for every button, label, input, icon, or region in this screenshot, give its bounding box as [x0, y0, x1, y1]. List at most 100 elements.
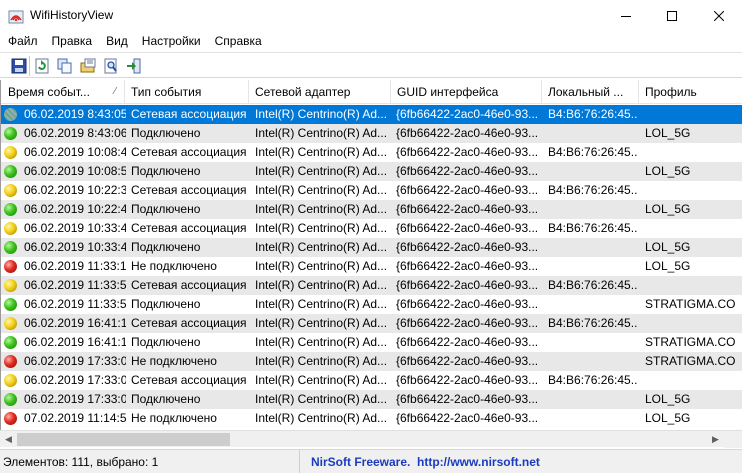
cell-local-mac	[548, 200, 638, 219]
cell-adapter: Intel(R) Centrino(R) Ad...	[255, 278, 388, 292]
cell-local-mac: B4:B6:76:26:45...	[548, 373, 638, 387]
menu-view[interactable]: Вид	[98, 31, 134, 51]
events-list[interactable]: Время событ... ⁄ Тип события Сетевой ада…	[0, 80, 742, 430]
cell-guid: {6fb66422-2ac0-46e0-93...	[396, 107, 539, 121]
cell-guid: {6fb66422-2ac0-46e0-93...	[396, 316, 539, 330]
table-row[interactable]: 06.02.2019 17:33:06 Подключено Intel(R) Ce…	[1, 390, 742, 409]
column-header-guid[interactable]: GUID интерфейса	[391, 80, 542, 104]
column-header-adapter-label: Сетевой адаптер	[255, 85, 351, 99]
refresh-button[interactable]	[33, 57, 51, 75]
cell-adapter: Intel(R) Centrino(R) Ad...	[255, 259, 388, 273]
cell-time: 06.02.2019 11:33:54	[24, 297, 126, 311]
properties-button[interactable]	[79, 57, 97, 75]
cell-time: 06.02.2019 10:08:50	[24, 164, 126, 178]
cell-local-mac: B4:B6:76:26:45...	[548, 316, 638, 330]
sort-ascending-icon: ⁄	[114, 86, 116, 97]
table-row[interactable]: 06.02.2019 10:22:39 Сетевая ассоциация Int…	[1, 181, 742, 200]
cell-local-mac	[548, 162, 638, 181]
cell-guid: {6fb66422-2ac0-46e0-93...	[396, 373, 539, 387]
cell-time: 06.02.2019 10:33:42	[24, 221, 126, 235]
table-row[interactable]: 06.02.2019 17:33:05 Не подключено Intel(R)…	[1, 352, 742, 371]
cell-local-mac: B4:B6:76:26:45...	[548, 221, 638, 235]
table-row[interactable]: 06.02.2019 8:43:06 Подключено Intel(R) Cen…	[1, 124, 742, 143]
column-header-adapter[interactable]: Сетевой адаптер	[249, 80, 391, 104]
cell-event-type: Подключено	[131, 297, 201, 311]
table-row[interactable]: 06.02.2019 10:33:43 Подключено Intel(R) Ce…	[1, 238, 742, 257]
cell-local-mac	[548, 333, 638, 352]
cell-profile: STRATIGMA.CO	[645, 335, 736, 349]
column-header-local-mac[interactable]: Локальный ...	[542, 80, 639, 104]
cell-profile	[645, 219, 742, 238]
cell-adapter: Intel(R) Centrino(R) Ad...	[255, 145, 388, 159]
status-bar: Элементов: 111, выбрано: 1 NirSoft Freew…	[0, 449, 742, 473]
table-row[interactable]: 06.02.2019 11:33:54 Подключено Intel(R) Ce…	[1, 295, 742, 314]
title-bar[interactable]: WifiHistoryView	[0, 0, 742, 31]
scrollbar-corner	[724, 431, 742, 448]
cell-guid: {6fb66422-2ac0-46e0-93...	[396, 221, 539, 235]
cell-adapter: Intel(R) Centrino(R) Ad...	[255, 411, 388, 425]
cell-time: 06.02.2019 17:33:05	[24, 354, 126, 368]
window-title: WifiHistoryView	[30, 8, 114, 22]
close-button[interactable]	[696, 0, 742, 31]
cell-profile: LOL_5G	[645, 202, 691, 216]
cell-time: 06.02.2019 16:41:14	[24, 335, 126, 349]
table-row[interactable]: 07.02.2019 11:14:55 Не подключено Intel(R)…	[1, 409, 742, 428]
cell-profile: LOL_5G	[645, 259, 691, 273]
cell-event-type: Подключено	[131, 335, 201, 349]
menu-edit[interactable]: Правка	[44, 31, 99, 51]
cell-profile: STRATIGMA.CO	[645, 354, 736, 368]
cell-adapter: Intel(R) Centrino(R) Ad...	[255, 183, 388, 197]
scrollbar-thumb[interactable]	[17, 433, 230, 446]
menu-file[interactable]: Файл	[0, 31, 44, 51]
cell-adapter: Intel(R) Centrino(R) Ad...	[255, 354, 388, 368]
exit-button[interactable]	[125, 57, 143, 75]
cell-guid: {6fb66422-2ac0-46e0-93...	[396, 297, 539, 311]
table-row[interactable]: 06.02.2019 17:33:05 Сетевая ассоциация Int…	[1, 371, 742, 390]
minimize-button[interactable]	[603, 0, 649, 31]
cell-profile: STRATIGMA.CO	[645, 297, 736, 311]
cell-local-mac	[548, 352, 638, 371]
find-button[interactable]	[102, 57, 120, 75]
column-header-profile[interactable]: Профиль	[639, 80, 742, 104]
cell-local-mac	[548, 390, 638, 409]
table-row[interactable]: 06.02.2019 10:33:42 Сетевая ассоциация Int…	[1, 219, 742, 238]
save-icon	[11, 58, 27, 74]
table-row[interactable]: 06.02.2019 11:33:53 Сетевая ассоциация Int…	[1, 276, 742, 295]
column-header-time[interactable]: Время событ... ⁄	[1, 80, 125, 104]
cell-guid: {6fb66422-2ac0-46e0-93...	[396, 126, 539, 140]
column-header-local-mac-label: Локальный ...	[548, 85, 624, 99]
cell-guid: {6fb66422-2ac0-46e0-93...	[396, 335, 539, 349]
save-button[interactable]	[10, 57, 28, 75]
cell-guid: {6fb66422-2ac0-46e0-93...	[396, 411, 539, 425]
cell-time: 06.02.2019 10:33:43	[24, 240, 126, 254]
table-row[interactable]: 06.02.2019 16:41:14 Подключено Intel(R) Ce…	[1, 333, 742, 352]
scroll-left-icon[interactable]: ◀	[0, 431, 17, 448]
cell-adapter: Intel(R) Centrino(R) Ad...	[255, 126, 388, 140]
menu-help[interactable]: Справка	[207, 31, 268, 51]
horizontal-scrollbar[interactable]: ◀ ▶	[0, 430, 742, 448]
cell-time: 06.02.2019 10:08:49	[24, 145, 126, 159]
table-row[interactable]: 06.02.2019 8:43:05 Сетевая ассоциация Inte…	[1, 105, 742, 124]
cell-guid: {6fb66422-2ac0-46e0-93...	[396, 202, 539, 216]
cell-event-type: Сетевая ассоциация	[131, 107, 247, 121]
column-header-event-type[interactable]: Тип события	[125, 80, 249, 104]
cell-local-mac	[548, 124, 638, 143]
maximize-button[interactable]	[649, 0, 695, 31]
cell-adapter: Intel(R) Centrino(R) Ad...	[255, 240, 388, 254]
scroll-right-icon[interactable]: ▶	[707, 431, 724, 448]
cell-profile: LOL_5G	[645, 164, 691, 178]
menu-options[interactable]: Настройки	[134, 31, 207, 51]
cell-adapter: Intel(R) Centrino(R) Ad...	[255, 107, 388, 121]
table-row[interactable]: 06.02.2019 11:33:13 Не подключено Intel(R)…	[1, 257, 742, 276]
cell-event-type: Сетевая ассоциация	[131, 183, 247, 197]
table-row[interactable]: 06.02.2019 16:41:13 Сетевая ассоциация Int…	[1, 314, 742, 333]
nirsoft-link[interactable]: NirSoft Freeware. http://www.nirsoft.net	[311, 450, 540, 473]
cell-profile	[645, 143, 742, 162]
cell-event-type: Сетевая ассоциация	[131, 145, 247, 159]
table-row[interactable]: 06.02.2019 10:08:49 Сетевая ассоциация Int…	[1, 143, 742, 162]
table-row[interactable]: 06.02.2019 10:08:50 Подключено Intel(R) Ce…	[1, 162, 742, 181]
cell-time: 06.02.2019 8:43:06	[24, 126, 126, 140]
table-row[interactable]: 06.02.2019 10:22:40 Подключено Intel(R) Ce…	[1, 200, 742, 219]
copy-button[interactable]	[56, 57, 74, 75]
cell-event-type: Сетевая ассоциация	[131, 221, 247, 235]
